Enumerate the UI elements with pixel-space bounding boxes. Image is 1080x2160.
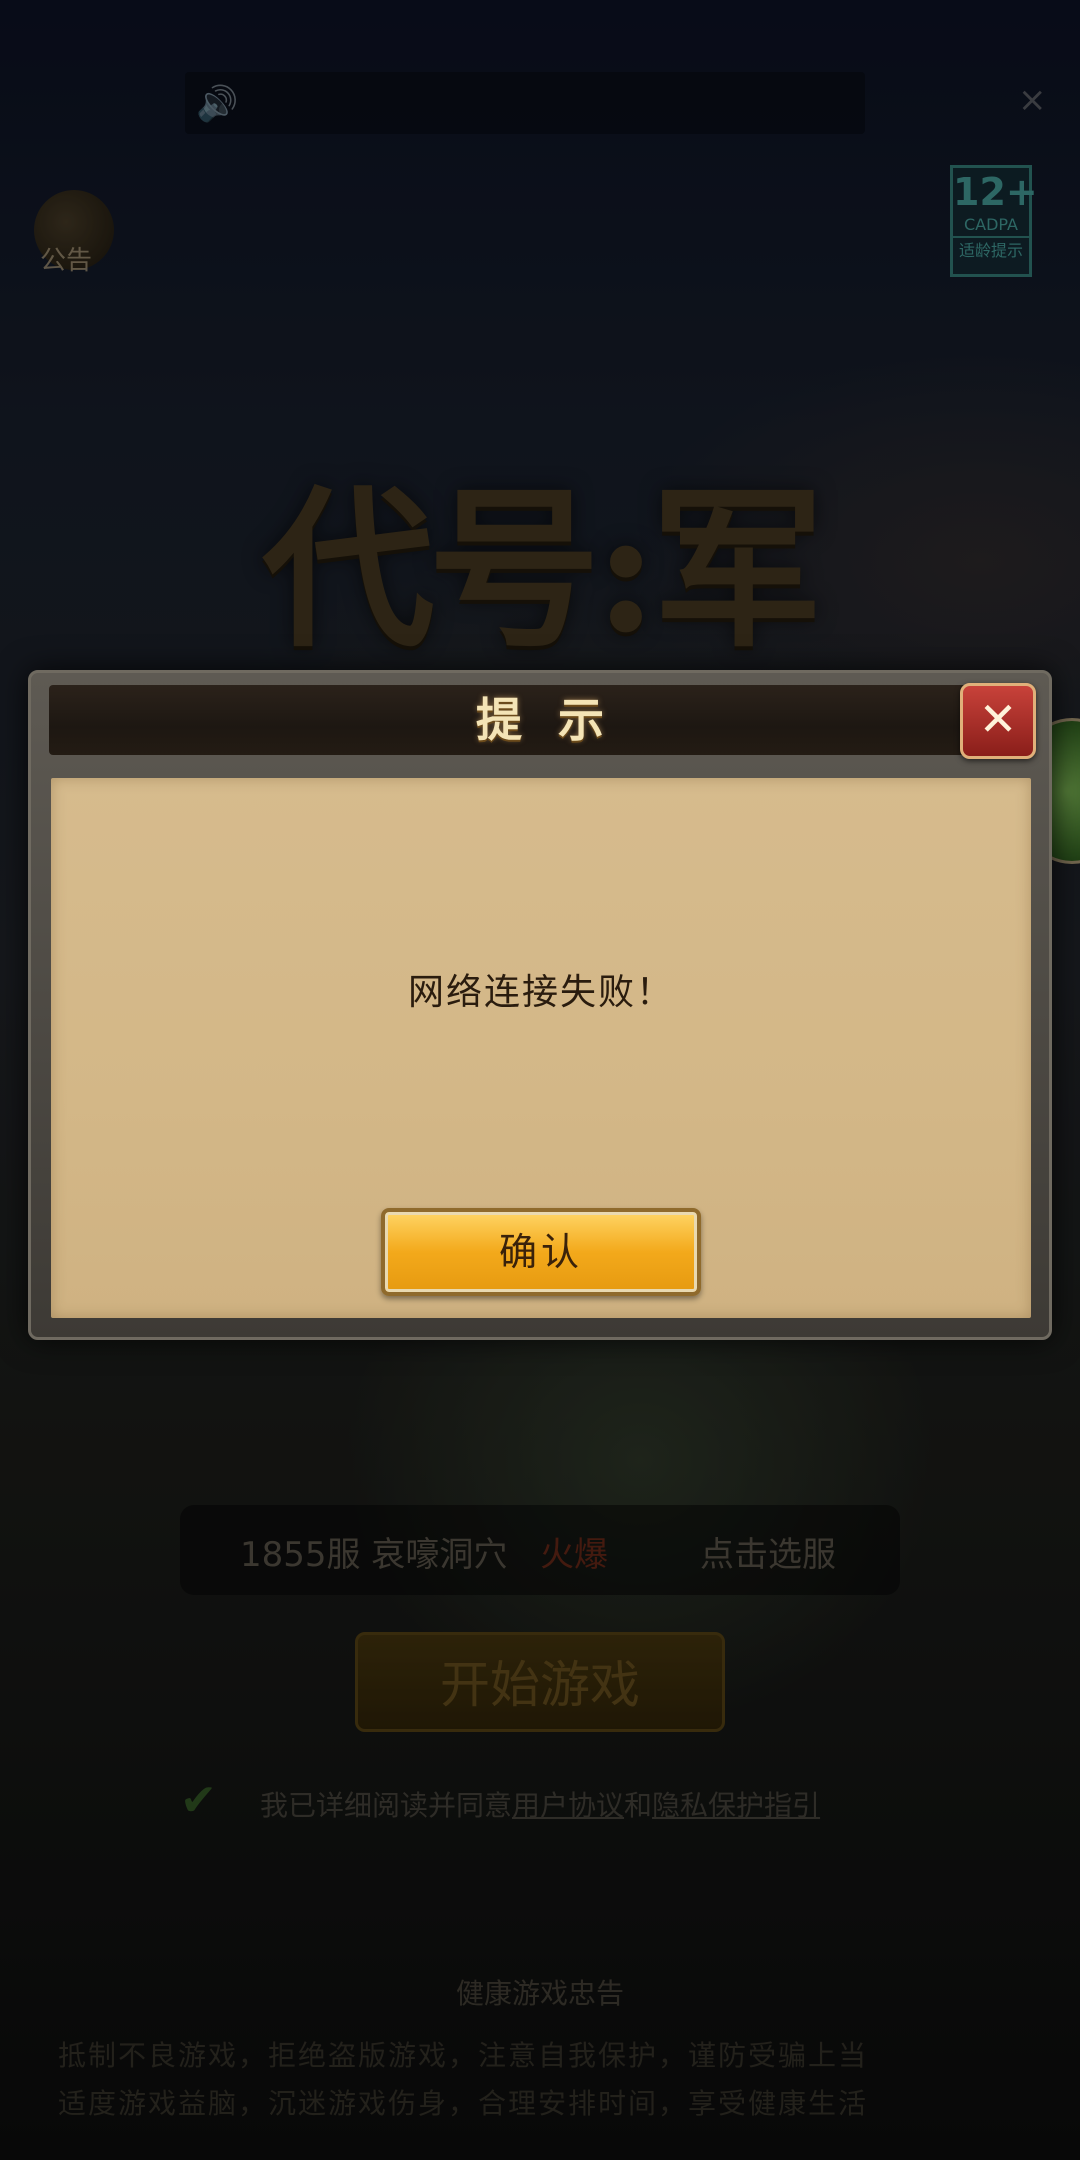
dialog-message: 网络连接失败！ bbox=[407, 972, 674, 1013]
alert-dialog: 提示 网络连接失败！ 确认 bbox=[28, 670, 1052, 1340]
confirm-button[interactable]: 确认 bbox=[381, 1208, 701, 1296]
close-icon[interactable]: ✕ bbox=[960, 683, 1036, 759]
dialog-title: 提示 bbox=[476, 693, 640, 747]
dialog-body: 网络连接失败！ 确认 bbox=[51, 778, 1031, 1318]
dialog-header: 提示 bbox=[49, 685, 1031, 755]
